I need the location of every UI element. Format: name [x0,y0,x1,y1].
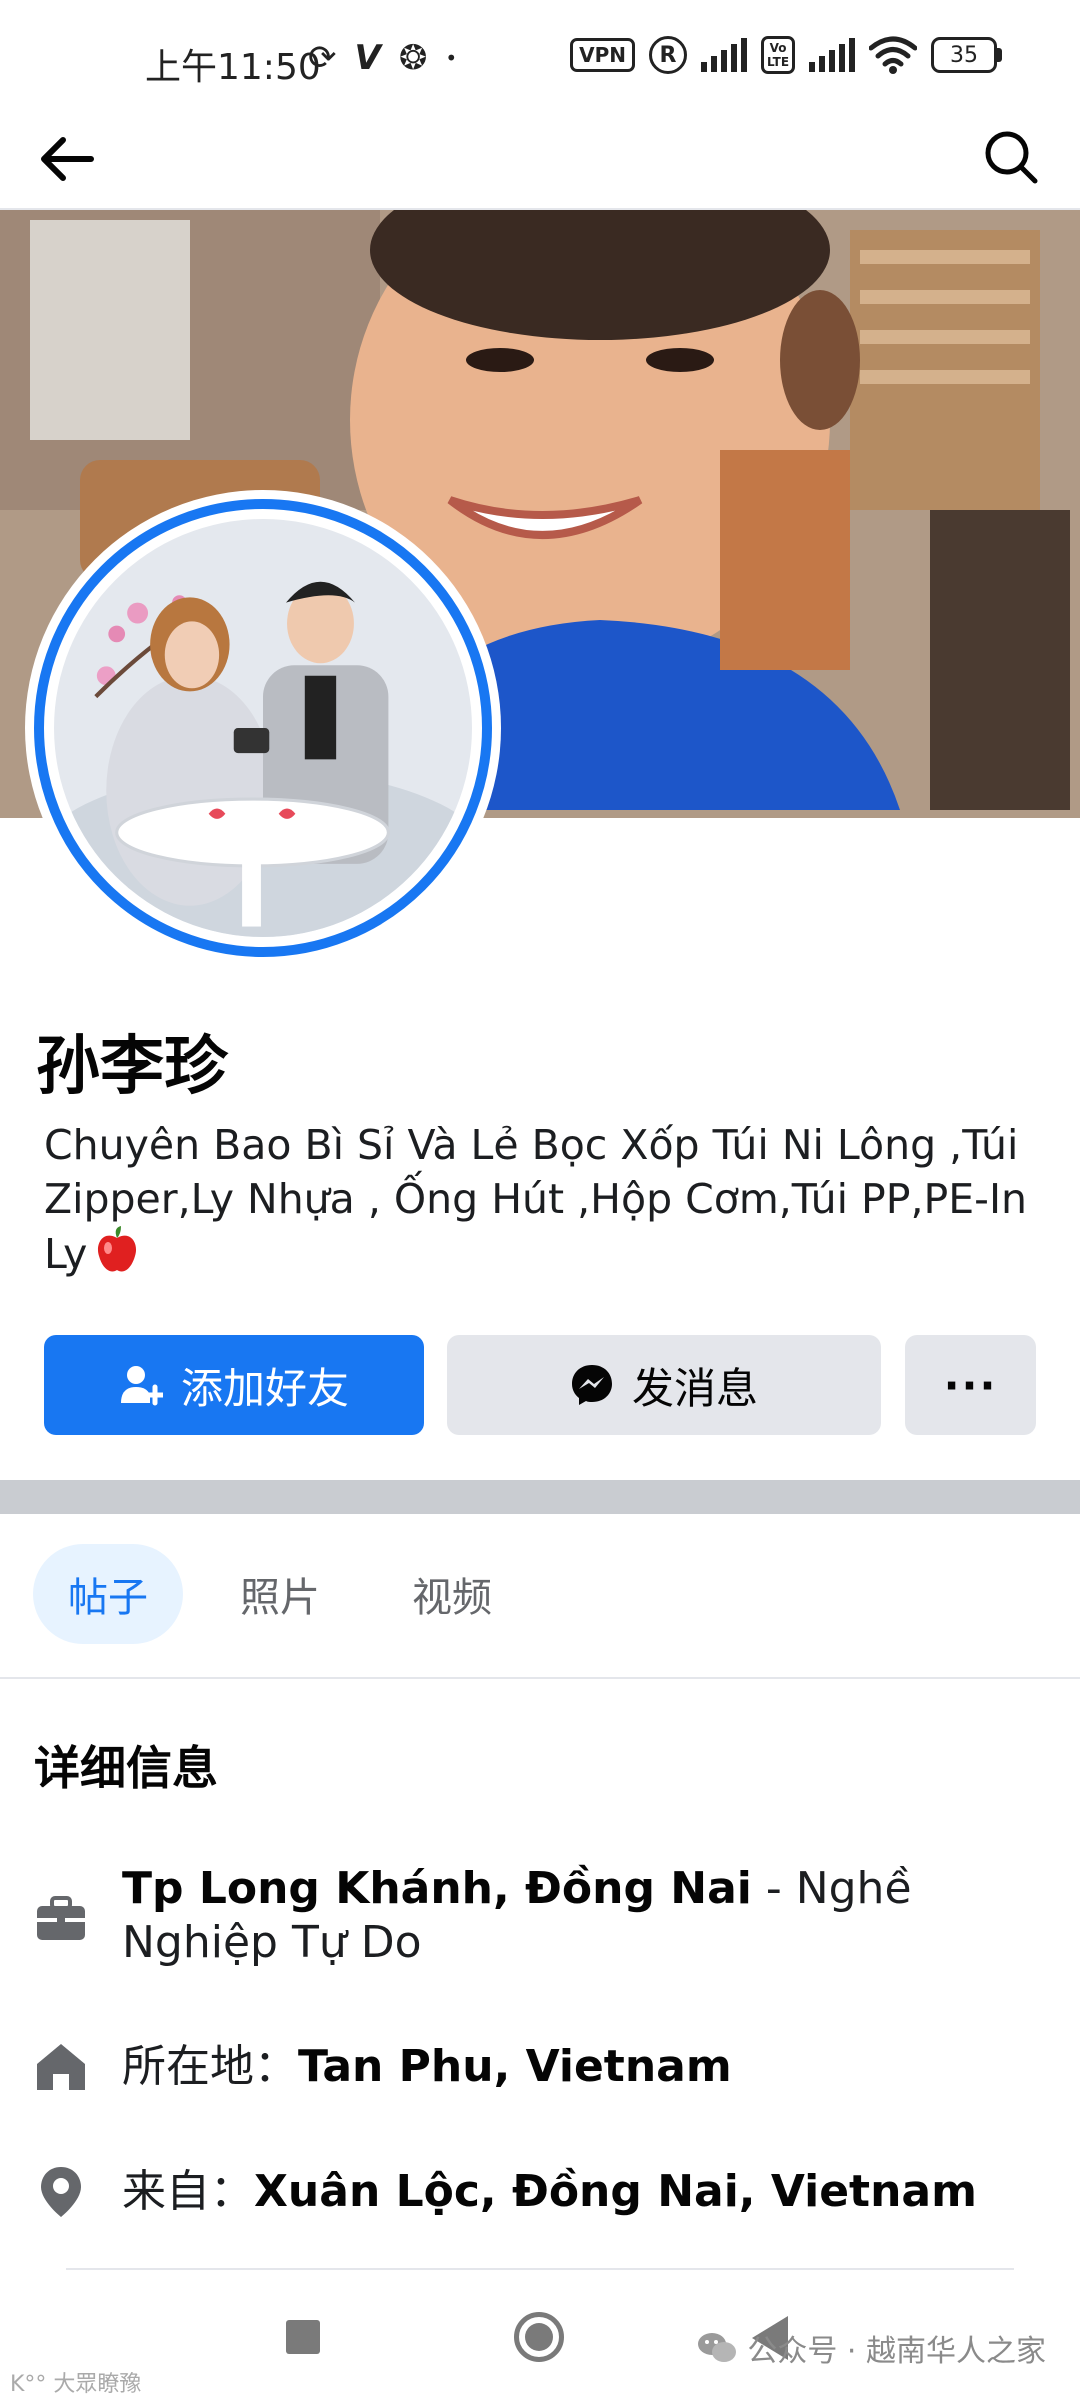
status-left-icons: ⟳ V ❂ • [308,38,457,78]
section-divider [0,1480,1080,1514]
message-button[interactable]: 发消息 [447,1335,881,1435]
recents-button[interactable] [286,2320,320,2354]
search-icon [985,131,1038,184]
avatar-photo [54,519,472,937]
more-options-icon: ··· [943,1360,998,1410]
watermark-text: 公众号 · 越南华人之家 [747,2334,1046,2369]
battery-level: 35 [931,37,997,73]
v-app-icon: V [354,38,381,78]
home-location: Tan Phu, Vietnam [298,2041,732,2092]
watermark: 公众号 · 越南华人之家 [697,2326,1046,2370]
apple-emoji-icon [95,1226,139,1287]
location-pin-icon [34,2165,88,2219]
status-time: 上午11:50 [145,47,321,88]
status-right-icons: VPN R Vo LTE 35 [570,36,1002,74]
tab-videos[interactable]: 视频 [377,1544,527,1644]
registered-icon: R [649,36,687,74]
add-friend-label: 添加好友 [180,1363,349,1413]
signal-2-icon [809,38,855,72]
detail-from-text: 来自：Xuân Lộc, Đồng Nai, Vietnam [122,2165,1022,2219]
profile-tabs: 帖子 照片 视频 [0,1514,1080,1679]
detail-work-text: Tp Long Khánh, Đồng Nai - Nghề Nghiệp Tự… [122,1862,1022,1970]
status-bar: 上午11:50 ⟳ V ❂ • VPN R Vo LTE 35 [0,0,1080,110]
details-separator [66,2268,1014,2270]
profile-bio-text: Chuyên Bao Bì Sỉ Và Lẻ Bọc Xốp Túi Ni Lô… [44,1121,1028,1278]
back-button[interactable] [34,126,100,192]
add-friend-icon [120,1366,163,1406]
home-button[interactable] [514,2312,564,2362]
vpn-icon: VPN [570,38,635,72]
home-button-dot [525,2323,553,2351]
dot-icon: • [445,46,458,70]
profile-avatar[interactable] [25,490,501,966]
avatar-story-ring [34,499,492,957]
home-icon [34,2040,88,2094]
search-button[interactable] [978,124,1044,190]
work-location: Tp Long Khánh, Đồng Nai [122,1863,752,1914]
battery-icon: 35 [931,37,1002,73]
more-options-button[interactable]: ··· [905,1335,1036,1435]
add-friend-button[interactable]: 添加好友 [44,1335,424,1435]
tab-photos[interactable]: 照片 [205,1544,355,1644]
message-label: 发消息 [631,1363,758,1413]
from-prefix: 来自： [122,2166,254,2217]
system-nav-bar: 公众号 · 越南华人之家 K°° 大眾瞭豫 [0,2290,1080,2400]
top-nav [0,110,1080,210]
arrow-left-icon [41,137,94,181]
detail-home-text: 所在地：Tan Phu, Vietnam [122,2040,1022,2094]
details-title: 详细信息 [34,1741,218,1795]
watermark-left: K°° 大眾瞭豫 [10,2372,142,2397]
messenger-icon [571,1365,612,1405]
signal-icon [701,38,747,72]
profile-name: 孙李珍 [36,1030,228,1104]
tab-posts[interactable]: 帖子 [33,1544,183,1644]
wifi-icon [869,36,917,74]
from-location: Xuân Lộc, Đồng Nai, Vietnam [254,2166,977,2217]
home-prefix: 所在地： [122,2041,298,2092]
aperture-icon: ❂ [398,38,428,78]
briefcase-icon [34,1892,88,1946]
profile-bio: Chuyên Bao Bì Sỉ Và Lẻ Bọc Xốp Túi Ni Lô… [44,1118,1044,1287]
volte-icon: Vo LTE [761,36,795,74]
profile-actions: 添加好友 发消息 ··· [44,1335,1036,1435]
wechat-icon [698,2333,737,2362]
sync-icon: ⟳ [308,38,337,78]
